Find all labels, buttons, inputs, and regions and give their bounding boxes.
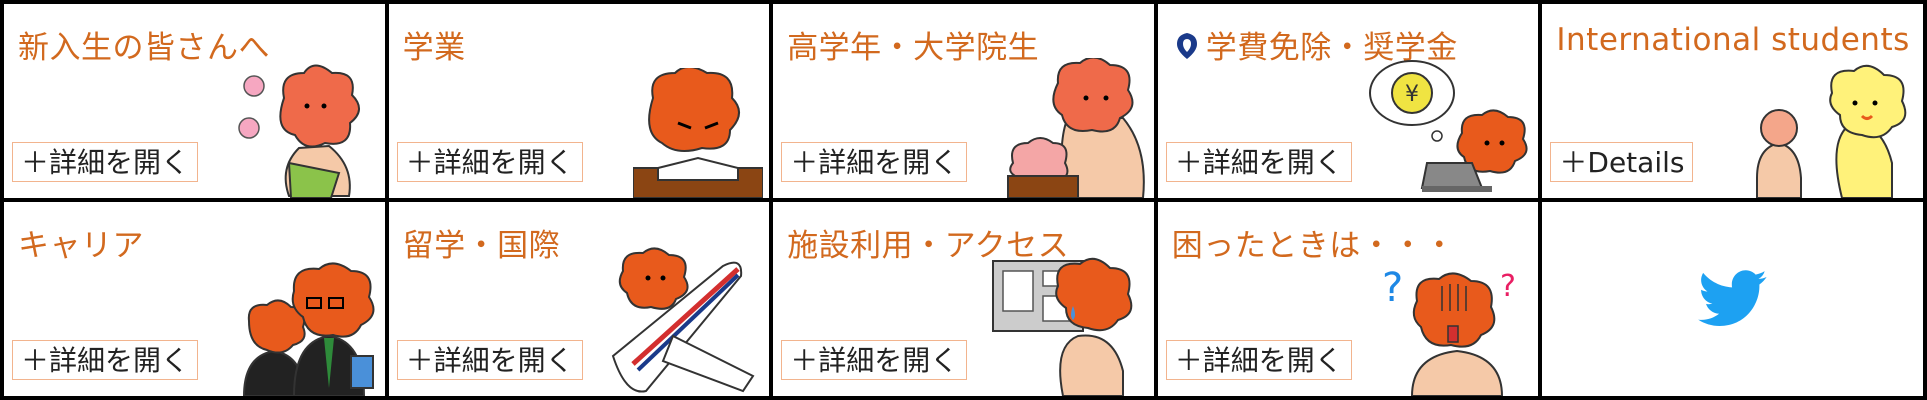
svg-text:?: ? — [1500, 269, 1516, 304]
mascot-confused-illustration: ? ? — [1382, 265, 1516, 396]
menu-grid: 新入生の皆さんへ ＋詳細を開く 学業 ＋詳細を開く 高学年・大学院生 ＋詳細を開… — [0, 0, 1927, 400]
details-button[interactable]: ＋詳細を開く — [1165, 142, 1352, 182]
details-button[interactable]: ＋詳細を開く — [396, 142, 583, 182]
details-button[interactable]: ＋Details — [1550, 142, 1694, 182]
details-button[interactable]: ＋詳細を開く — [781, 142, 968, 182]
mascots-reading-illustration — [1006, 58, 1145, 198]
mascot-map-illustration — [991, 257, 1133, 396]
tile-freshmen[interactable]: 新入生の皆さんへ ＋詳細を開く — [4, 4, 385, 198]
mascot-with-flowers-illustration — [237, 64, 360, 198]
svg-text:¥: ¥ — [1405, 82, 1419, 107]
tile-international-students[interactable]: International students ＋Details — [1542, 4, 1923, 198]
details-button[interactable]: ＋詳細を開く — [12, 340, 199, 380]
tile-title: 留学・国際 — [402, 228, 561, 264]
mascots-suits-illustration — [242, 262, 375, 396]
university-logo-icon — [1176, 33, 1197, 59]
tile-upperclass-graduate[interactable]: 高学年・大学院生 ＋詳細を開く — [773, 4, 1154, 198]
tile-facilities-access[interactable]: 施設利用・アクセス ＋詳細を開く — [773, 202, 1154, 396]
tile-academics[interactable]: 学業 ＋詳細を開く — [388, 4, 770, 198]
tile-title: 学業 — [402, 30, 466, 66]
tile-when-in-trouble[interactable]: 困ったときは・・・ ＋詳細を開く ? ? — [1157, 202, 1539, 396]
tile-tuition-scholarship[interactable]: 学費免除・奨学金 ＋詳細を開く ¥ — [1157, 4, 1539, 198]
svg-text:?: ? — [1382, 265, 1403, 311]
mascot-laptop-money-illustration: ¥ — [1369, 60, 1528, 192]
mascot-airplane-illustration — [612, 247, 755, 393]
details-button[interactable]: ＋詳細を開く — [781, 340, 968, 380]
twitter-icon[interactable] — [1697, 270, 1768, 328]
mascots-greeting-illustration — [1756, 64, 1907, 198]
details-button[interactable]: ＋詳細を開く — [396, 340, 583, 380]
details-button[interactable]: ＋詳細を開く — [1165, 340, 1352, 380]
tile-title: International students — [1556, 22, 1910, 58]
tile-study-abroad-international[interactable]: 留学・国際 ＋詳細を開く — [388, 202, 770, 396]
tile-title: キャリア — [18, 228, 144, 264]
tile-twitter[interactable] — [1542, 202, 1923, 396]
tile-career[interactable]: キャリア ＋詳細を開く — [4, 202, 385, 396]
details-button[interactable]: ＋詳細を開く — [12, 142, 199, 182]
mascot-studying-illustration — [633, 68, 764, 198]
